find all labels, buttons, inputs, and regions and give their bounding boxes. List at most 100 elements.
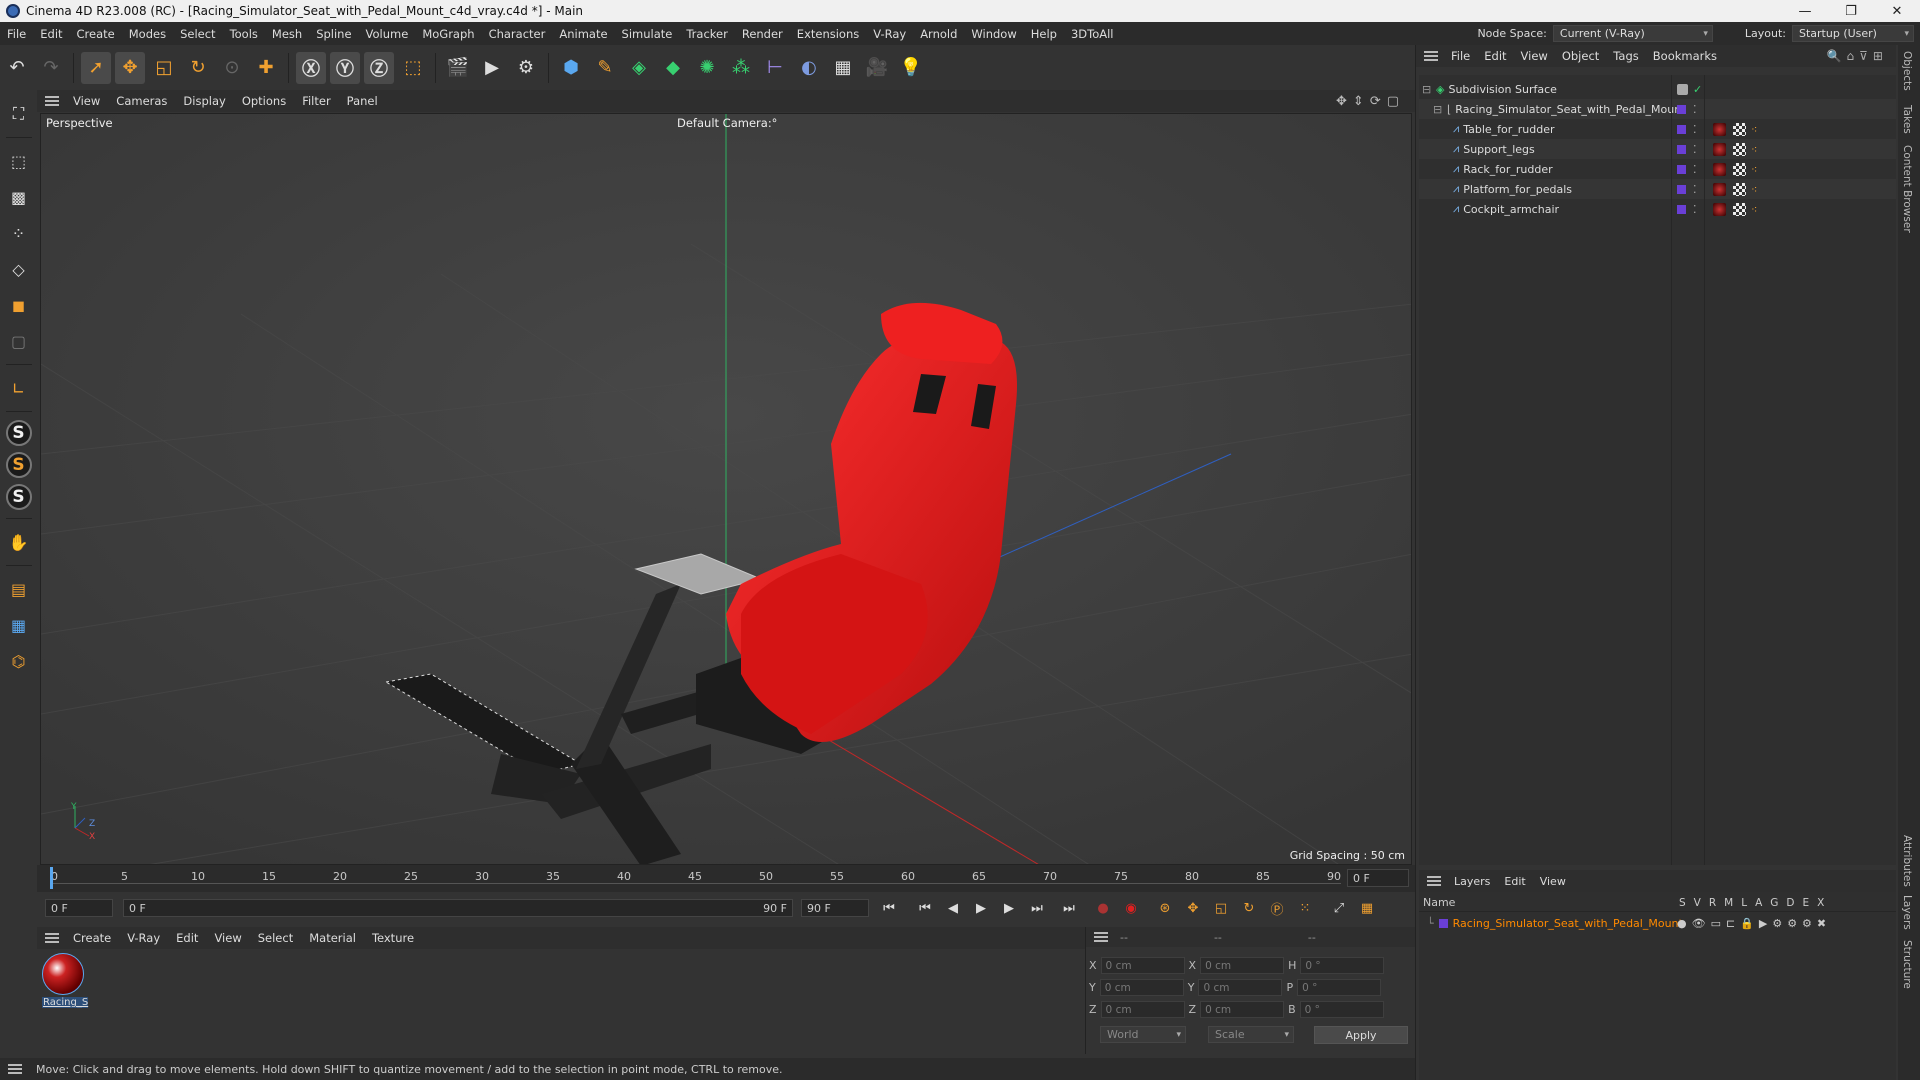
layers-menu-view[interactable]: View (1533, 875, 1573, 888)
go-to-start-icon[interactable]: ⏮ (877, 896, 901, 920)
viewport-menu-cameras[interactable]: Cameras (108, 94, 175, 108)
parameter-key-icon[interactable]: Ⓟ (1265, 896, 1289, 920)
material-tag-icon[interactable] (1713, 122, 1726, 136)
floor-environment-icon[interactable]: ▦ (828, 52, 858, 84)
node-space-dropdown[interactable]: Current (V-Ray) (1552, 25, 1713, 42)
cloner-icon[interactable]: ✺ (692, 52, 722, 84)
material-hamburger-icon[interactable] (45, 933, 59, 943)
tweak-mode-icon[interactable]: ✋ (4, 527, 34, 557)
3d-viewport[interactable]: Perspective Default Camera:° Grid Spacin… (40, 113, 1412, 865)
uvw-tag-icon[interactable] (1733, 202, 1746, 216)
uvw-tag-icon[interactable] (1733, 162, 1746, 176)
material-tag-icon[interactable] (1713, 162, 1726, 176)
uvw-tag-icon[interactable] (1733, 142, 1746, 156)
x-axis-lock-icon[interactable]: Ⓧ (296, 51, 326, 84)
menu-arnold[interactable]: Arnold (913, 27, 964, 41)
camera-icon[interactable]: 🎥 (862, 52, 892, 84)
material-swatch[interactable]: Racing_S (42, 953, 88, 1013)
vray-tag-icon[interactable]: ⁖ (1751, 203, 1757, 216)
quantize-icon[interactable]: S (5, 484, 32, 510)
layer-flag-manager[interactable]: M (1724, 897, 1733, 909)
timeline-window-icon[interactable]: ⤢ (1327, 896, 1351, 920)
layer-flag-icons[interactable]: ●👁▭⊏🔒▶⚙⚙⚙✖ (1677, 917, 1831, 930)
viewport-menu-view[interactable]: View (65, 94, 108, 108)
layer-color-icon[interactable] (1677, 204, 1686, 214)
size-mode-dropdown[interactable]: Scale (1208, 1026, 1294, 1043)
menu-simulate[interactable]: Simulate (615, 27, 680, 41)
make-editable-icon[interactable]: ⛶ (4, 99, 34, 129)
preview-range-slider[interactable]: 0 F 90 F (123, 899, 793, 917)
move-tool-icon[interactable]: ✥ (115, 51, 145, 84)
material-tag-icon[interactable] (1713, 182, 1726, 196)
object-menu-object[interactable]: Object (1555, 49, 1606, 63)
expand-toggle-icon[interactable]: ⊟ (1433, 103, 1443, 116)
mograph-icon[interactable]: ⁂ (726, 52, 756, 84)
model-mode-icon[interactable]: ⬚ (4, 146, 34, 176)
lock-workplane-icon[interactable]: ⌬ (4, 646, 34, 676)
material-tag-icon[interactable] (1713, 142, 1726, 156)
playhead-marker[interactable] (50, 867, 53, 889)
coord-size-z-field[interactable]: 0 cm (1200, 1001, 1285, 1018)
layer-color-icon[interactable] (1438, 918, 1448, 928)
coordinate-system-icon[interactable]: ⬚ (398, 52, 428, 84)
object-menu-file[interactable]: File (1444, 49, 1477, 63)
material-menu-texture[interactable]: Texture (364, 931, 422, 945)
coord-size-y-field[interactable]: 0 cm (1198, 979, 1283, 996)
tab-content-browser[interactable]: Content Browser (1901, 145, 1913, 233)
visibility-dots-icon[interactable]: ⁚ (1693, 103, 1697, 116)
close-button[interactable]: ✕ (1874, 0, 1920, 22)
enabled-check-icon[interactable]: ✓ (1693, 83, 1702, 96)
layer-flag-expressions[interactable]: E (1803, 897, 1810, 909)
viewport-menu-options[interactable]: Options (234, 94, 294, 108)
viewport-camera-label[interactable]: Default Camera:° (677, 116, 777, 130)
object-row-rack-for-rudder[interactable]: ⩘ Rack_for_rudder ⁚ ⁖ (1419, 159, 1896, 179)
menu-modes[interactable]: Modes (122, 27, 173, 41)
timeline-ruler[interactable]: 0 5 10 15 20 25 30 35 40 45 50 55 60 65 … (37, 865, 1415, 892)
viewport-menu-filter[interactable]: Filter (294, 94, 338, 108)
visibility-dots-icon[interactable]: ⁚ (1693, 143, 1697, 156)
layer-flag-render[interactable]: R (1709, 897, 1716, 909)
snap-settings-icon[interactable]: S (5, 452, 32, 478)
layers-hamburger-icon[interactable] (1427, 876, 1441, 886)
recent-tool-icon[interactable]: ⊙ (217, 52, 247, 84)
material-menu-create[interactable]: Create (65, 931, 119, 945)
apply-button[interactable]: Apply (1314, 1026, 1408, 1044)
coordinate-mode-dropdown[interactable]: World (1100, 1026, 1186, 1043)
uvw-tag-icon[interactable] (1733, 182, 1746, 196)
layer-color-icon[interactable] (1677, 144, 1686, 154)
tab-structure[interactable]: Structure (1901, 940, 1913, 989)
object-hamburger-icon[interactable] (1424, 51, 1438, 61)
menu-select[interactable]: Select (173, 27, 222, 41)
menu-spline[interactable]: Spline (309, 27, 358, 41)
rotate-tool-icon[interactable]: ↻ (183, 52, 213, 84)
record-keys-icon[interactable]: ● (1091, 896, 1115, 920)
maximize-button[interactable]: ❐ (1828, 0, 1874, 22)
snap-icon[interactable]: S (5, 420, 32, 446)
status-hamburger-icon[interactable] (8, 1064, 22, 1074)
object-row-subdivision-surface[interactable]: ⊟ ◈ Subdivision Surface ✓ (1419, 79, 1896, 99)
tab-takes[interactable]: Takes (1901, 105, 1913, 134)
redo-icon[interactable]: ↷ (36, 52, 66, 84)
tab-layers[interactable]: Layers (1901, 895, 1913, 930)
visibility-dots-icon[interactable]: ⁚ (1693, 163, 1697, 176)
object-row-table-for-rudder[interactable]: ⩘ Table_for_rudder ⁚ ⁖ (1419, 119, 1896, 139)
menu-mograph[interactable]: MoGraph (415, 27, 481, 41)
point-level-key-icon[interactable]: ⁙ (1293, 896, 1317, 920)
object-row-root-null[interactable]: ⊟ ⌊ Racing_Simulator_Seat_with_Pedal_Mou… (1419, 99, 1896, 119)
menu-edit[interactable]: Edit (33, 27, 69, 41)
menu-help[interactable]: Help (1024, 27, 1064, 41)
scale-key-icon[interactable]: ◱ (1209, 896, 1233, 920)
menu-tracker[interactable]: Tracker (679, 27, 735, 41)
field-icon[interactable]: ◐ (794, 52, 824, 84)
autokey-icon[interactable]: ◉ (1119, 896, 1143, 920)
material-menu-vray[interactable]: V-Ray (119, 931, 168, 945)
menu-render[interactable]: Render (735, 27, 790, 41)
object-menu-tags[interactable]: Tags (1606, 49, 1645, 63)
object-menu-view[interactable]: View (1514, 49, 1555, 63)
menu-volume[interactable]: Volume (359, 27, 416, 41)
object-menu-bookmarks[interactable]: Bookmarks (1646, 49, 1724, 63)
position-key-icon[interactable]: ✥ (1181, 896, 1205, 920)
layer-flag-locked[interactable]: L (1741, 897, 1747, 909)
tags-column-divider[interactable] (1704, 75, 1705, 865)
play-icon[interactable]: ▶ (969, 896, 993, 920)
